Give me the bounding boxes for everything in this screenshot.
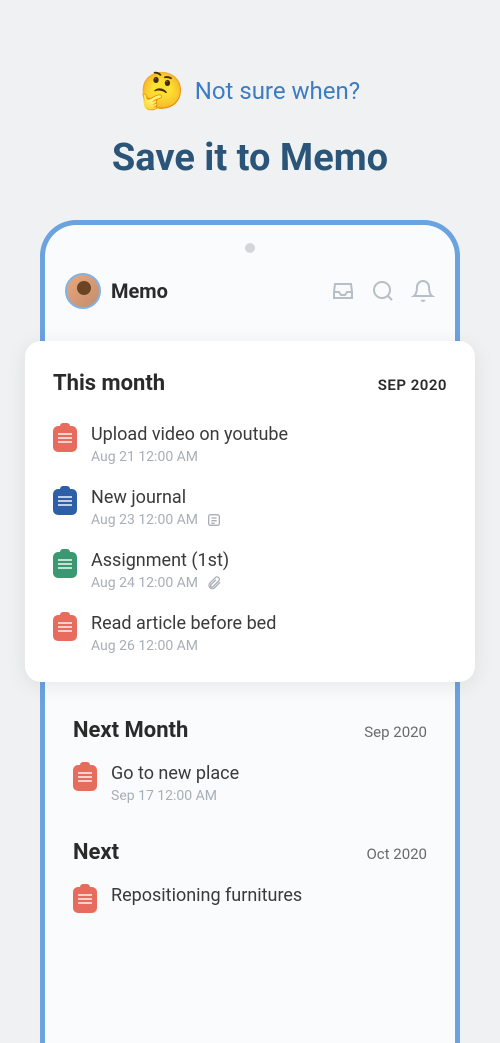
section-date: Oct 2020 <box>366 845 427 863</box>
section-title: This month <box>53 371 165 396</box>
task-content: New journal Aug 23 12:00 AM <box>91 487 447 528</box>
task-title: Go to new place <box>111 763 427 784</box>
section-title: Next Month <box>73 718 188 743</box>
task-meta: Aug 24 12:00 AM <box>91 575 447 591</box>
task-meta: Aug 21 12:00 AM <box>91 449 447 465</box>
section-title: Next <box>73 840 119 865</box>
app-title: Memo <box>111 279 321 303</box>
section-date: SEP 2020 <box>378 376 447 394</box>
clipboard-icon <box>53 615 77 641</box>
section-date: Sep 2020 <box>364 723 427 741</box>
task-row[interactable]: Go to new place Sep 17 12:00 AM <box>73 763 427 804</box>
thinking-emoji: 🤔 <box>140 70 185 112</box>
task-title: Read article before bed <box>91 613 447 634</box>
promo-header: 🤔 Not sure when? Save it to Memo <box>0 0 500 220</box>
bell-icon[interactable] <box>411 279 435 303</box>
section-header: Next Month Sep 2020 <box>73 718 427 743</box>
camera-dot <box>245 243 255 253</box>
task-meta: Aug 23 12:00 AM <box>91 512 447 528</box>
task-time: Aug 21 12:00 AM <box>91 449 198 465</box>
section-header: This month SEP 2020 <box>53 371 447 396</box>
task-title: New journal <box>91 487 447 508</box>
task-row[interactable]: Read article before bed Aug 26 12:00 AM <box>53 613 447 654</box>
task-time: Aug 24 12:00 AM <box>91 575 198 591</box>
this-month-card: This month SEP 2020 Upload video on yout… <box>25 341 475 682</box>
task-title: Assignment (1st) <box>91 550 447 571</box>
clipboard-icon <box>53 426 77 452</box>
task-row[interactable]: Assignment (1st) Aug 24 12:00 AM <box>53 550 447 591</box>
clipboard-icon <box>73 887 97 913</box>
task-title: Upload video on youtube <box>91 424 447 445</box>
task-content: Assignment (1st) Aug 24 12:00 AM <box>91 550 447 591</box>
phone-frame: Memo This month SEP 2020 Upload video on… <box>40 220 460 1043</box>
phone-inner: Memo This month SEP 2020 Upload video on… <box>45 243 455 1043</box>
task-row[interactable]: New journal Aug 23 12:00 AM <box>53 487 447 528</box>
task-meta: Sep 17 12:00 AM <box>111 788 427 804</box>
promo-subtitle-row: 🤔 Not sure when? <box>20 70 480 112</box>
clipboard-icon <box>53 552 77 578</box>
task-time: Aug 23 12:00 AM <box>91 512 198 528</box>
section-header: Next Oct 2020 <box>73 840 427 865</box>
clipboard-icon <box>73 765 97 791</box>
task-title: Repositioning furnitures <box>111 885 427 906</box>
task-time: Aug 26 12:00 AM <box>91 638 198 654</box>
task-content: Upload video on youtube Aug 21 12:00 AM <box>91 424 447 465</box>
app-header: Memo <box>45 261 455 329</box>
header-icons <box>331 279 435 303</box>
next-section: Next Oct 2020 Repositioning furnitures <box>45 804 455 913</box>
task-content: Read article before bed Aug 26 12:00 AM <box>91 613 447 654</box>
task-meta: Aug 26 12:00 AM <box>91 638 447 654</box>
promo-title: Save it to Memo <box>20 136 480 180</box>
task-content: Go to new place Sep 17 12:00 AM <box>111 763 427 804</box>
note-icon <box>206 512 222 528</box>
promo-subtitle: Not sure when? <box>195 77 360 105</box>
avatar[interactable] <box>65 273 101 309</box>
clipboard-icon <box>53 489 77 515</box>
task-content: Repositioning furnitures <box>111 885 427 910</box>
task-row[interactable]: Repositioning furnitures <box>73 885 427 913</box>
inbox-icon[interactable] <box>331 279 355 303</box>
search-icon[interactable] <box>371 279 395 303</box>
next-month-section: Next Month Sep 2020 Go to new place Sep … <box>45 682 455 804</box>
task-time: Sep 17 12:00 AM <box>111 788 217 804</box>
attachment-icon <box>206 575 222 591</box>
task-row[interactable]: Upload video on youtube Aug 21 12:00 AM <box>53 424 447 465</box>
